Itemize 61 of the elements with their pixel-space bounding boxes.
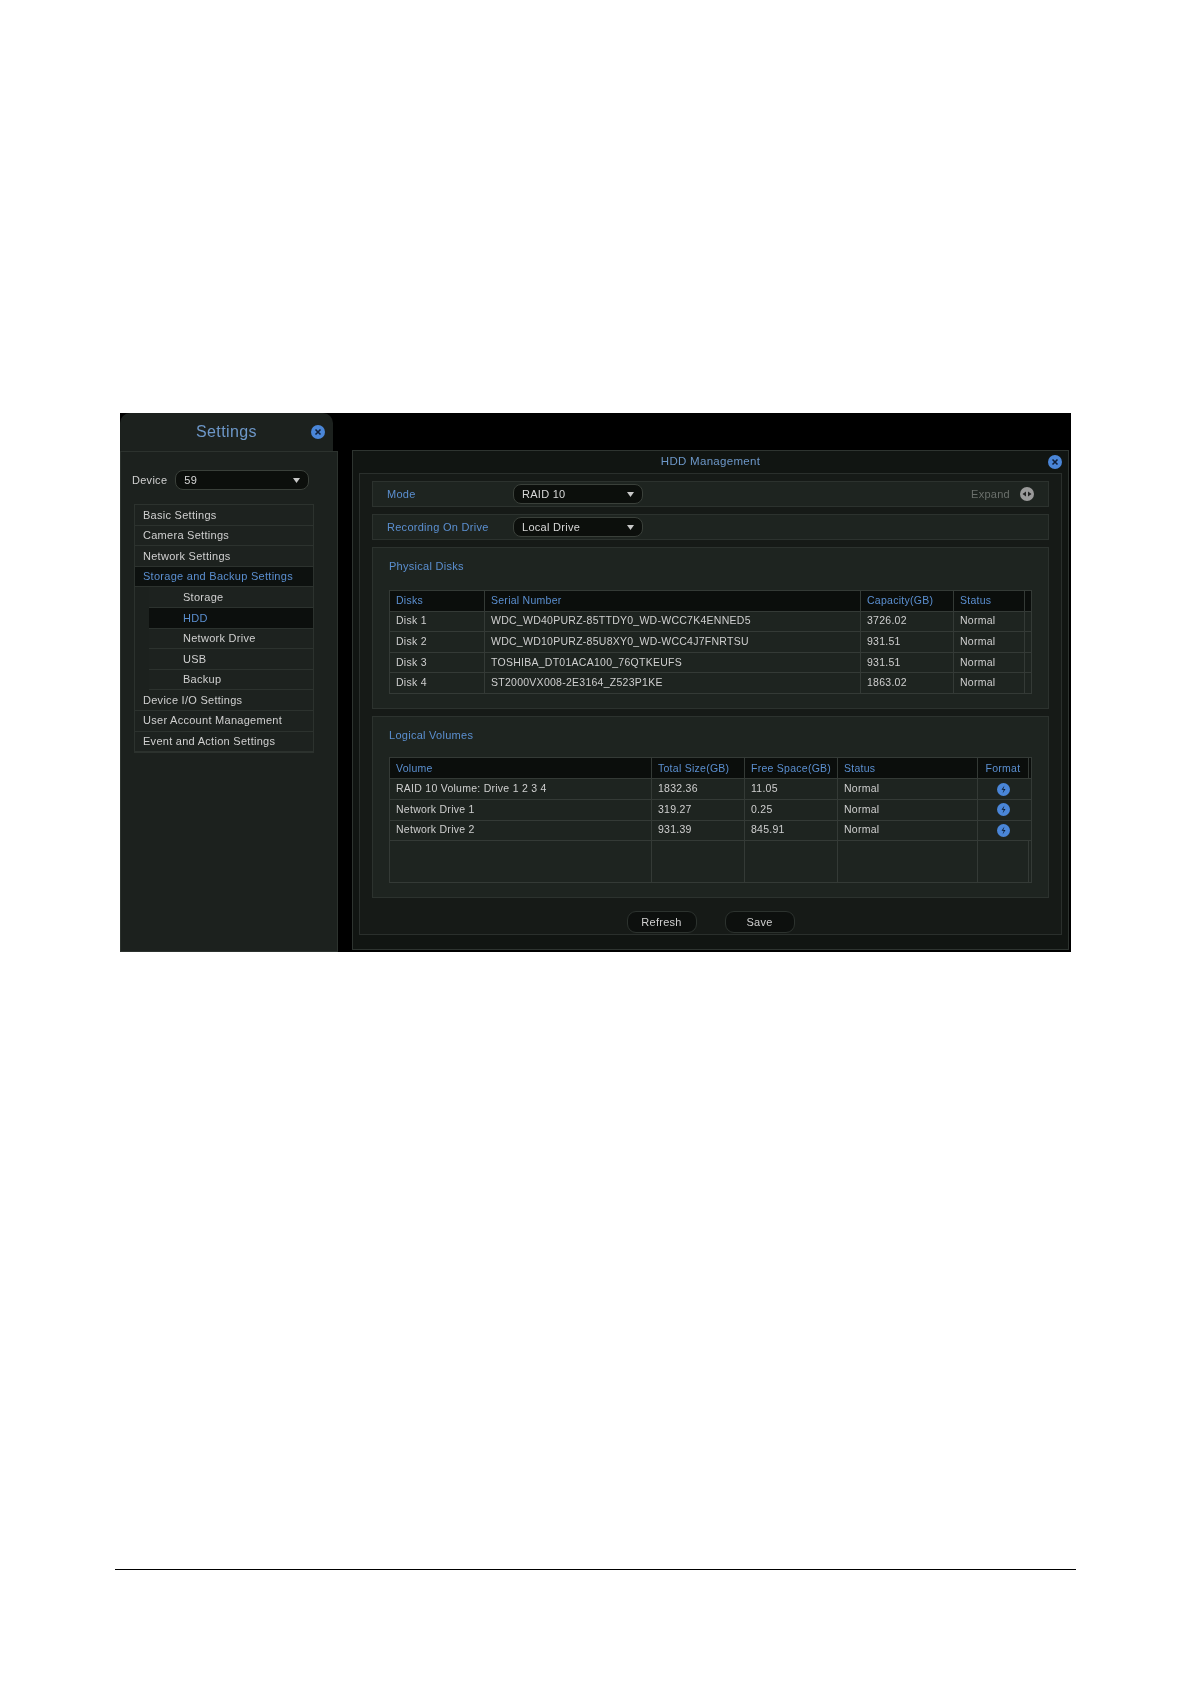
table-cell: Normal bbox=[838, 779, 978, 799]
table-cell: Disk 4 bbox=[390, 673, 485, 693]
table-cell: 931.51 bbox=[861, 632, 954, 652]
column-header: Status bbox=[838, 758, 978, 779]
caret-icon bbox=[293, 477, 301, 483]
field-label: Recording On Drive bbox=[387, 519, 490, 535]
field-label: Mode bbox=[387, 486, 417, 502]
column-header: Disks bbox=[390, 590, 485, 611]
table-cell: 3726.02 bbox=[861, 611, 954, 632]
action-button[interactable]: Refresh bbox=[626, 911, 697, 934]
menu-item[interactable]: Storage and Backup Settings bbox=[135, 566, 313, 588]
table-cell: 845.91 bbox=[745, 820, 838, 841]
expand-icon[interactable] bbox=[1020, 487, 1034, 501]
table-cell: Disk 1 bbox=[390, 611, 485, 632]
table-cell: 931.39 bbox=[652, 820, 745, 841]
table-cell: Normal bbox=[954, 673, 1025, 693]
table-cell: 11.05 bbox=[745, 779, 838, 799]
table-cell: 1832.36 bbox=[652, 779, 745, 799]
table-cell: Normal bbox=[954, 652, 1025, 673]
table-cell: Normal bbox=[838, 820, 978, 841]
dropdown[interactable]: Local Drive bbox=[513, 517, 643, 537]
table-cell: ST2000VX008-2E3164_Z523P1KE bbox=[485, 673, 861, 693]
format-icon[interactable] bbox=[997, 782, 1010, 796]
field-label: Device bbox=[132, 472, 168, 488]
table-cell: Network Drive 1 bbox=[390, 799, 652, 820]
column-header: Format bbox=[978, 758, 1029, 779]
table-cell: Normal bbox=[954, 632, 1025, 652]
table-cell: Network Drive 2 bbox=[390, 820, 652, 841]
window-title: HDD Management bbox=[660, 454, 761, 470]
dropdown[interactable]: RAID 10 bbox=[513, 484, 643, 504]
column-header: Serial Number bbox=[485, 590, 861, 611]
format-icon[interactable] bbox=[997, 803, 1010, 817]
column-header: Total Size(GB) bbox=[652, 758, 745, 779]
expand-label: Expand bbox=[971, 486, 1010, 502]
dropdown[interactable]: 59 bbox=[175, 470, 310, 490]
table-cell: Disk 3 bbox=[390, 652, 485, 673]
table-cell: TOSHIBA_DT01ACA100_76QTKEUFS bbox=[485, 652, 861, 673]
table-cell: 0.25 bbox=[745, 799, 838, 820]
action-button[interactable]: Save bbox=[724, 911, 795, 934]
table-cell: RAID 10 Volume: Drive 1 2 3 4 bbox=[390, 779, 652, 799]
close-icon[interactable] bbox=[1048, 455, 1062, 469]
table-cell: WDC_WD10PURZ-85U8XY0_WD-WCC4J7FNRTSU bbox=[485, 632, 861, 652]
column-header: Status bbox=[954, 590, 1025, 611]
section-title: Logical Volumes bbox=[389, 727, 475, 743]
caret-icon bbox=[627, 524, 634, 530]
table-cell: Normal bbox=[838, 799, 978, 820]
table-cell: Disk 2 bbox=[390, 632, 485, 652]
format-icon[interactable] bbox=[997, 823, 1010, 837]
table-cell: 931.51 bbox=[861, 652, 954, 673]
close-icon[interactable] bbox=[311, 425, 325, 439]
section-title: Physical Disks bbox=[389, 559, 465, 574]
table-cell: WDC_WD40PURZ-85TTDY0_WD-WCC7K4ENNED5 bbox=[485, 611, 861, 632]
column-header: Volume bbox=[390, 758, 652, 779]
column-header: Free Space(GB) bbox=[745, 758, 838, 779]
table-cell: 319.27 bbox=[652, 799, 745, 820]
panel-title: Settings bbox=[196, 422, 257, 442]
menu-item[interactable]: HDD bbox=[149, 607, 313, 629]
table-cell: Normal bbox=[954, 611, 1025, 632]
column-header: Capacity(GB) bbox=[861, 590, 954, 611]
caret-icon bbox=[627, 491, 634, 497]
table-cell: 1863.02 bbox=[861, 673, 954, 693]
